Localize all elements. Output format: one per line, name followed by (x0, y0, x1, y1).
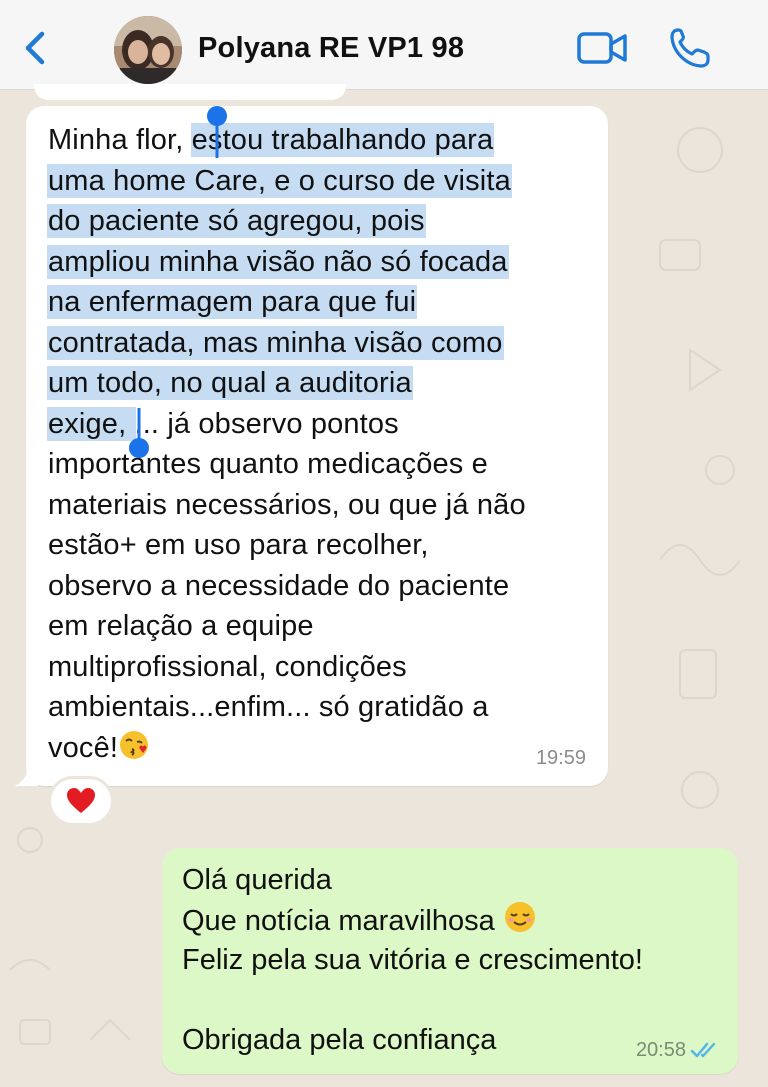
chat-header: Polyana RE VP1 98 (0, 0, 768, 90)
avatar-photo (114, 16, 182, 84)
message-line: contratada, mas minha visão como (48, 323, 588, 364)
line-text: Minha flor, (48, 124, 192, 156)
selected-text[interactable]: um todo, no qual a auditoria (48, 367, 412, 399)
selected-text[interactable]: contratada, mas minha visão como (48, 326, 503, 359)
previous-message-bubble (34, 84, 346, 100)
message-timestamp: 20:58 (635, 1039, 686, 1061)
line-text: multiprofissional, condições (48, 650, 407, 683)
selected-text[interactable]: ampliou minha visão não só focada (48, 245, 508, 278)
read-ticks-icon (690, 1042, 716, 1058)
smiling-emoji-icon (504, 902, 535, 932)
bubble-tail (14, 764, 38, 786)
message-timestamp: 19:59 (535, 747, 586, 769)
message-line: Olá querida (182, 864, 332, 896)
outgoing-message-bubble[interactable]: Olá querida Que notícia maravilhosa Feliz… (162, 848, 738, 1074)
message-line: na enfermagem para que fui (48, 282, 588, 323)
message-line: Feliz pela sua vitória e crescimento! (182, 944, 643, 976)
selection-end-handle[interactable] (126, 404, 152, 464)
line-text: importantes quanto medicações e (48, 448, 488, 480)
message-line: estão+ em uso para recolher, (48, 525, 588, 566)
selection-start-handle[interactable] (204, 106, 230, 166)
message-line: uma home Care, e o curso de visita (48, 161, 588, 202)
message-line: Minha flor, estou trabalhando para (48, 120, 588, 161)
message-line: em relação a equipe (48, 606, 588, 647)
reaction-badge[interactable] (48, 776, 114, 826)
video-call-icon[interactable] (576, 30, 628, 66)
line-text: observo a necessidade do paciente (48, 569, 510, 602)
message-line: observo a necessidade do paciente (48, 566, 588, 607)
outgoing-message-text[interactable]: Olá querida Que notícia maravilhosa Feliz… (182, 860, 722, 1060)
message-line (182, 980, 722, 1020)
selected-text[interactable]: na enfermagem para que fui (48, 286, 417, 318)
line-text: em relação a equipe (48, 610, 314, 642)
selected-text[interactable]: estou trabalhando para (191, 124, 494, 156)
message-line: ampliou minha visão não só focada (48, 242, 588, 283)
message-line: do paciente só agregou, pois (48, 201, 588, 242)
line-text: ... já observo pontos (134, 407, 399, 440)
phone-call-icon[interactable] (668, 26, 712, 70)
selected-text[interactable]: exige, (48, 407, 135, 440)
line-text: estão+ em uso para recolher, (48, 529, 429, 561)
incoming-message-bubble[interactable]: Minha flor, estou trabalhando para uma ho… (14, 106, 608, 786)
selected-text[interactable]: uma home Care, e o curso de visita (48, 164, 511, 197)
message-line: Que notícia maravilhosa (182, 900, 722, 940)
contact-name[interactable]: Polyana RE VP1 98 (198, 32, 464, 65)
kiss-emoji-icon (120, 730, 149, 759)
line-text: materiais necessários, ou que já não (48, 488, 526, 521)
avatar[interactable] (114, 16, 182, 84)
line-text: ambientais...enfim... só gratidão a (48, 691, 489, 723)
selected-text[interactable]: do paciente só agregou, pois (48, 205, 425, 237)
message-line: multiprofissional, condições (48, 647, 588, 688)
heart-icon (67, 788, 95, 813)
back-icon[interactable] (20, 28, 52, 68)
line-text: você! (48, 731, 119, 764)
message-line: ambientais...enfim... só gratidão a (48, 687, 588, 728)
message-line: você! (48, 728, 588, 769)
message-line: um todo, no qual a auditoria (48, 363, 588, 404)
message-line: materiais necessários, ou que já não (48, 485, 588, 526)
